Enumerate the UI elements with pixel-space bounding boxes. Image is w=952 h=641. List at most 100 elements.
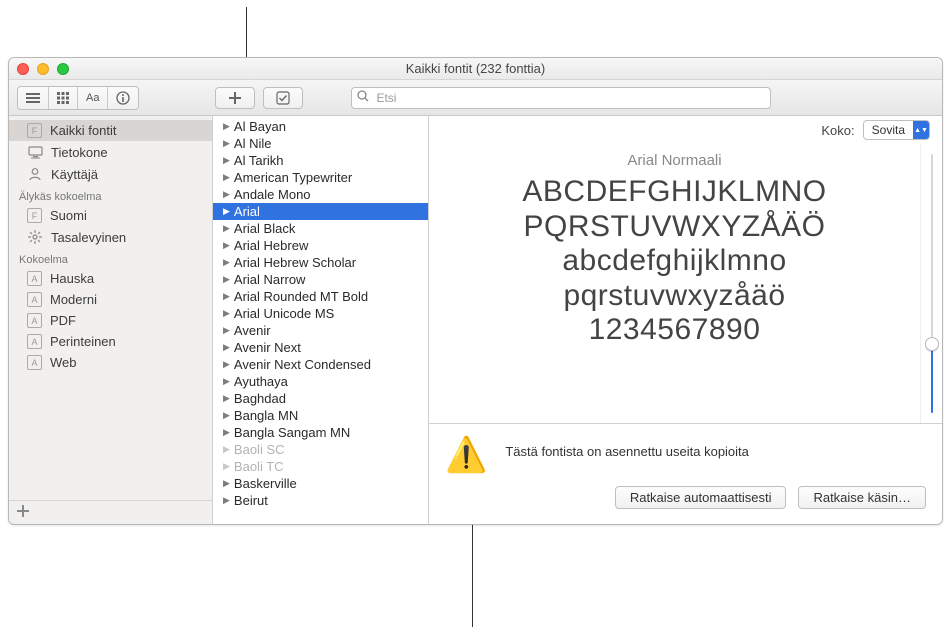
disclosure-triangle-icon[interactable]: ▶: [223, 427, 230, 438]
disclosure-triangle-icon[interactable]: ▶: [223, 410, 230, 421]
collection-icon: A: [27, 292, 42, 307]
font-row[interactable]: ▶ Arial Rounded MT Bold: [213, 288, 428, 305]
sidebar-footer: [9, 500, 212, 524]
disclosure-triangle-icon[interactable]: ▶: [223, 189, 230, 200]
font-row[interactable]: ▶Arial Hebrew: [213, 237, 428, 254]
zoom-button[interactable]: [57, 63, 69, 75]
font-name-label: Baoli SC: [234, 442, 285, 457]
disclosure-triangle-icon[interactable]: ▶: [223, 342, 230, 353]
sidebar-item-label: PDF: [50, 313, 76, 328]
disclosure-triangle-icon[interactable]: ▶: [223, 138, 230, 149]
disclosure-triangle-icon[interactable]: ▶: [223, 308, 230, 319]
collection-icon: A: [27, 271, 42, 286]
font-row[interactable]: ▶Arial Hebrew Scholar: [213, 254, 428, 271]
font-name-label: Avenir Next: [234, 340, 301, 355]
sidebar-group-header: Älykäs kokoelma: [9, 185, 212, 205]
font-name-label: Arial Rounded MT Bold: [234, 289, 368, 304]
disclosure-triangle-icon[interactable]: ▶: [223, 274, 230, 285]
view-sample-button[interactable]: Aa: [78, 87, 108, 109]
font-list[interactable]: ▶ Al Bayan ▶ Al Nile▶Al Tarikh▶American Typ…: [213, 116, 429, 524]
disclosure-triangle-icon[interactable]: ▶: [223, 257, 230, 268]
font-name-label: Arial: [234, 204, 260, 219]
sidebar-item-web[interactable]: A Web: [9, 352, 212, 373]
disclosure-triangle-icon[interactable]: ▶: [223, 444, 230, 455]
size-slider[interactable]: [920, 144, 942, 423]
disclosure-triangle-icon[interactable]: ▶: [223, 478, 230, 489]
sidebar-item-label: Hauska: [50, 271, 94, 286]
disclosure-triangle-icon[interactable]: ▶: [223, 172, 230, 183]
font-row[interactable]: ▶Bangla Sangam MN: [213, 424, 428, 441]
disclosure-triangle-icon[interactable]: ▶: [223, 206, 230, 217]
sample-line: ABCDEFGHIJKLMNO: [441, 175, 908, 210]
disclosure-triangle-icon[interactable]: ▶: [223, 359, 230, 370]
search-input[interactable]: [351, 87, 771, 109]
sidebar-item-pdf[interactable]: APDF: [9, 310, 212, 331]
font-row[interactable]: ▶ Arial Black: [213, 220, 428, 237]
font-name-label: Baskerville: [234, 476, 297, 491]
sidebar-item-fixed-width[interactable]: Tasalevyinen: [9, 226, 212, 248]
sidebar-item-label: Web: [50, 355, 77, 370]
view-list-button[interactable]: [18, 87, 49, 109]
slider-knob[interactable]: [925, 337, 939, 351]
font-name-label: Baoli TC: [234, 459, 284, 474]
resolve-manual-button[interactable]: Ratkaise käsin…: [798, 486, 926, 509]
minimize-button[interactable]: [37, 63, 49, 75]
font-row[interactable]: ▶American Typewriter: [213, 169, 428, 186]
font-row[interactable]: ▶Avenir: [213, 322, 428, 339]
font-row[interactable]: ▶ Al Nile: [213, 135, 428, 152]
disclosure-triangle-icon[interactable]: ▶: [223, 461, 230, 472]
font-row[interactable]: ▶ Baskerville: [213, 475, 428, 492]
disclosure-triangle-icon[interactable]: ▶: [223, 240, 230, 251]
font-row[interactable]: ▶ Arial: [213, 203, 428, 220]
callout-line-top: [246, 7, 247, 60]
collection-icon: A: [27, 355, 42, 370]
toolbar: Aa: [9, 80, 942, 116]
info-button[interactable]: [108, 87, 138, 109]
disclosure-triangle-icon[interactable]: ▶: [223, 393, 230, 404]
sidebar-item-label: Moderni: [50, 292, 97, 307]
font-row[interactable]: ▶Arial Unicode MS: [213, 305, 428, 322]
font-row[interactable]: ▶ Avenir Next: [213, 339, 428, 356]
font-row[interactable]: ▶Avenir Next Condensed: [213, 356, 428, 373]
sidebar-icon: [26, 92, 40, 104]
disclosure-triangle-icon[interactable]: ▶: [223, 223, 230, 234]
sidebar-item-modern[interactable]: A Moderni: [9, 289, 212, 310]
font-row[interactable]: ▶Bangla MN: [213, 407, 428, 424]
sidebar-item-all-fonts[interactable]: FKaikki fontit: [9, 120, 212, 141]
disclosure-triangle-icon[interactable]: ▶: [223, 325, 230, 336]
sidebar-item-computer[interactable]: Tietokone: [9, 141, 212, 163]
disclosure-triangle-icon[interactable]: ▶: [223, 155, 230, 166]
font-name-label: Arial Black: [234, 221, 295, 236]
font-row[interactable]: ▶Ayuthaya: [213, 373, 428, 390]
sidebar-item-traditional[interactable]: APerinteinen: [9, 331, 212, 352]
preview-font-name: Arial Normaali: [441, 152, 908, 169]
sidebar-item-label: Käyttäjä: [51, 167, 98, 182]
disclosure-triangle-icon[interactable]: ▶: [223, 121, 230, 132]
size-select[interactable]: Sovita ▲▼: [863, 120, 930, 140]
font-row[interactable]: ▶Andale Mono: [213, 186, 428, 203]
sidebar-item-suomi[interactable]: FSuomi: [9, 205, 212, 226]
font-row[interactable]: ▶Beirut: [213, 492, 428, 509]
font-row[interactable]: ▶Al Tarikh: [213, 152, 428, 169]
resolve-auto-button[interactable]: Ratkaise automaattisesti: [615, 486, 787, 509]
view-grid-button[interactable]: [49, 87, 78, 109]
font-row[interactable]: ▶ Baoli TC: [213, 458, 428, 475]
close-button[interactable]: [17, 63, 29, 75]
disclosure-triangle-icon[interactable]: ▶: [223, 495, 230, 506]
disclosure-triangle-icon[interactable]: ▶: [223, 291, 230, 302]
font-name-label: Al Nile: [234, 136, 272, 151]
add-font-button[interactable]: [215, 87, 255, 109]
disclosure-triangle-icon[interactable]: ▶: [223, 376, 230, 387]
sidebar-item-user[interactable]: Käyttäjä: [9, 163, 212, 185]
add-collection-button[interactable]: [17, 505, 29, 520]
sidebar-item-fun[interactable]: A Hauska: [9, 268, 212, 289]
collection-icon: F: [27, 123, 42, 138]
font-row[interactable]: ▶Arial Narrow: [213, 271, 428, 288]
font-name-label: Al Bayan: [234, 119, 286, 134]
validate-button[interactable]: [263, 87, 303, 109]
font-row[interactable]: ▶ Al Bayan: [213, 118, 428, 135]
font-row[interactable]: ▶ Baoli SC: [213, 441, 428, 458]
font-row[interactable]: ▶Baghdad: [213, 390, 428, 407]
sample-line: pqrstuvwxyzåäö: [441, 279, 908, 314]
sidebar-item-label: Perinteinen: [50, 334, 116, 349]
